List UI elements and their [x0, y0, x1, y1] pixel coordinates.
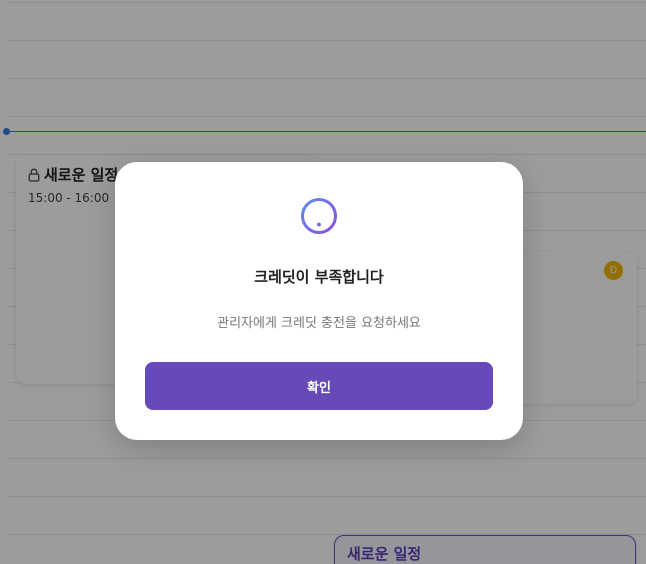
insufficient-credit-dialog: 크레딧이 부족합니다 관리자에게 크레딧 충전을 요청하세요 확인 [115, 162, 523, 440]
dialog-title: 크레딧이 부족합니다 [254, 268, 384, 286]
alert-circle-icon [301, 198, 337, 234]
confirm-button[interactable]: 확인 [145, 362, 493, 410]
dialog-message: 관리자에게 크레딧 충전을 요청하세요 [217, 316, 421, 331]
